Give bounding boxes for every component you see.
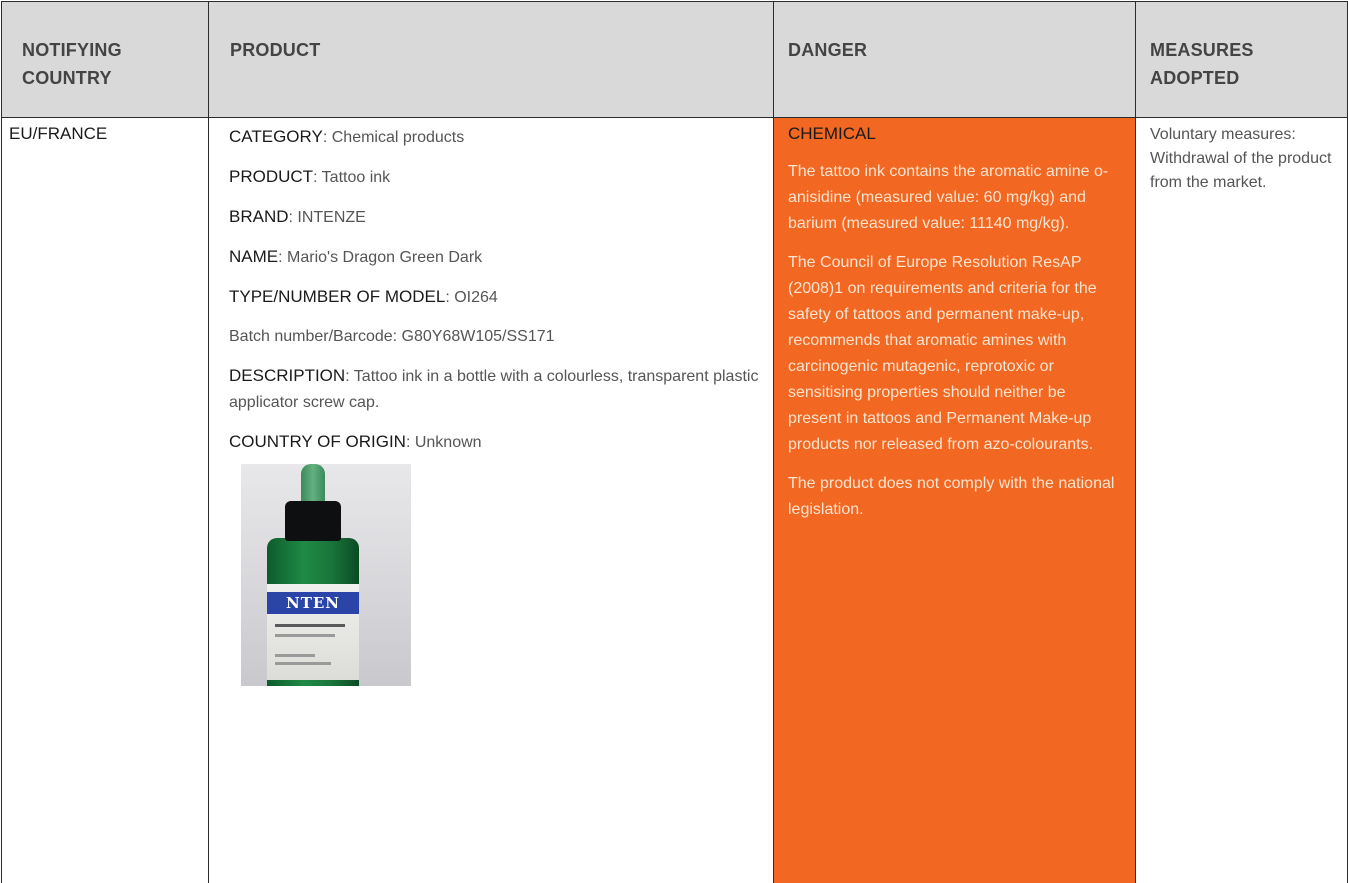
brand-value: : INTENZE: [288, 209, 366, 226]
label-text-line: [275, 654, 315, 657]
label-text-line: [275, 624, 345, 627]
header-notifying-country: NOTIFYING COUNTRY: [1, 1, 209, 118]
product-photo: NTEN: [241, 464, 411, 686]
category-value: : Chemical products: [322, 129, 465, 146]
product-name: NAME: Mario's Dragon Green Dark: [229, 244, 763, 271]
model-key: TYPE/NUMBER OF MODEL: [229, 287, 446, 306]
header-product: PRODUCT: [208, 1, 774, 118]
danger-paragraph-1: The tattoo ink contains the aromatic ami…: [788, 163, 1109, 232]
header-measures-line2: ADOPTED: [1150, 68, 1240, 88]
name-value: : Mario's Dragon Green Dark: [278, 249, 483, 266]
notification-table: NOTIFYING COUNTRY PRODUCT DANGER MEASURE…: [1, 1, 1348, 883]
product-value: : Tattoo ink: [313, 169, 391, 186]
product-category: CATEGORY: Chemical products: [229, 124, 763, 151]
category-key: CATEGORY: [229, 127, 323, 146]
label-text-line: [275, 634, 335, 637]
name-key: NAME: [229, 247, 279, 266]
brand-key: BRAND: [229, 207, 289, 226]
bottle-label-brand: NTEN: [267, 592, 359, 614]
danger-paragraph-2: The Council of Europe Resolution ResAP (…: [788, 254, 1097, 453]
bottle-cap: [285, 501, 341, 541]
product-description: DESCRIPTION: Tattoo ink in a bottle with…: [229, 363, 763, 416]
product-batch: Batch number/Barcode: G80Y68W105/SS171: [229, 328, 555, 345]
header-measures-line1: MEASURES: [1150, 40, 1254, 60]
product-product: PRODUCT: Tattoo ink: [229, 164, 763, 191]
description-key: DESCRIPTION: [229, 366, 346, 385]
origin-key: COUNTRY OF ORIGIN: [229, 432, 406, 451]
header-danger: DANGER: [773, 1, 1136, 118]
header-country-line2: COUNTRY: [22, 68, 112, 88]
country-cell: EU/FRANCE: [1, 117, 209, 883]
measures-cell: Voluntary measures: Withdrawal of the pr…: [1135, 117, 1348, 883]
origin-value: : Unknown: [405, 434, 482, 451]
measures-value: Voluntary measures: Withdrawal of the pr…: [1150, 126, 1332, 191]
danger-paragraph-3: The product does not comply with the nat…: [788, 475, 1115, 518]
page: NOTIFYING COUNTRY PRODUCT DANGER MEASURE…: [0, 0, 1348, 883]
product-model: TYPE/NUMBER OF MODEL: OI264: [229, 284, 763, 311]
label-text-line: [275, 662, 331, 665]
header-product-label: PRODUCT: [230, 40, 321, 60]
danger-title: CHEMICAL: [788, 124, 876, 143]
product-brand: BRAND: INTENZE: [229, 204, 763, 231]
danger-cell: CHEMICAL The tattoo ink contains the aro…: [773, 117, 1136, 883]
header-measures-adopted: MEASURES ADOPTED: [1135, 1, 1348, 118]
header-row: NOTIFYING COUNTRY PRODUCT DANGER MEASURE…: [1, 1, 1348, 118]
product-key: PRODUCT: [229, 167, 314, 186]
product-origin: COUNTRY OF ORIGIN: Unknown: [229, 429, 763, 456]
product-cell: CATEGORY: Chemical products PRODUCT: Tat…: [208, 117, 774, 883]
header-danger-label: DANGER: [788, 40, 868, 60]
notifying-country-value: EU/FRANCE: [9, 124, 108, 143]
bottle-nozzle: [301, 464, 325, 506]
model-value: : OI264: [445, 289, 498, 306]
table-row: EU/FRANCE CATEGORY: Chemical products PR…: [1, 117, 1348, 883]
header-country-line1: NOTIFYING: [22, 40, 122, 60]
bottle-label: NTEN: [267, 584, 359, 680]
